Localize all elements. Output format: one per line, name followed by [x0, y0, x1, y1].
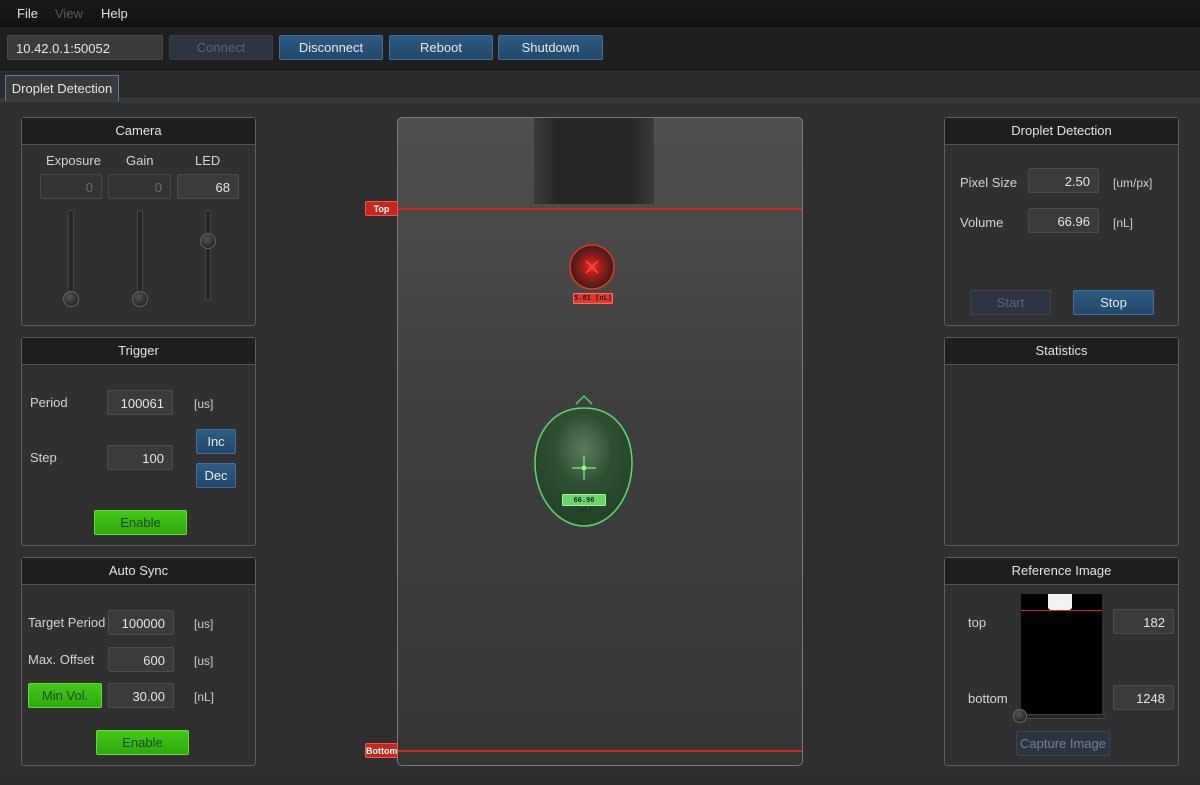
bottom-marker-handle[interactable]: Bottom: [365, 743, 398, 758]
trigger-enable-button[interactable]: Enable: [94, 510, 187, 535]
ref-top-field[interactable]: 182: [1113, 609, 1174, 634]
small-droplet-label: 5.81 [nL]: [573, 293, 613, 304]
min-vol-field[interactable]: 30.00: [108, 683, 174, 708]
auto-sync-title: Auto Sync: [22, 558, 255, 585]
gain-label: Gain: [126, 153, 154, 168]
gain-slider-handle[interactable]: [132, 291, 148, 307]
top-marker-handle[interactable]: Top: [365, 201, 398, 216]
dec-button[interactable]: Dec: [196, 463, 236, 488]
exposure-label: Exposure: [46, 153, 101, 168]
menu-file[interactable]: File: [17, 6, 38, 21]
pixel-size-label: Pixel Size: [960, 175, 1018, 190]
ref-bottom-label: bottom: [968, 691, 1008, 706]
volume-label: Volume: [960, 215, 1004, 230]
exposure-field[interactable]: 0: [40, 174, 102, 199]
period-field[interactable]: 100061: [107, 390, 173, 415]
reference-image: [1021, 594, 1102, 714]
tab-droplet-detection[interactable]: Droplet Detection: [5, 75, 119, 101]
volume-field[interactable]: 66.96: [1028, 208, 1099, 233]
menu-help[interactable]: Help: [101, 6, 128, 21]
target-period-unit: [us]: [194, 617, 214, 631]
led-slider[interactable]: [205, 210, 211, 300]
ref-bottom-field[interactable]: 1248: [1113, 685, 1174, 710]
reference-slider[interactable]: [1018, 714, 1106, 719]
droplet-detection-title: Droplet Detection: [945, 118, 1178, 145]
nozzle: [534, 118, 654, 204]
max-offset-label: Max. Offset: [28, 652, 95, 667]
gain-slider[interactable]: [137, 210, 143, 300]
led-field[interactable]: 68: [177, 174, 239, 199]
ref-top-label: top: [968, 615, 987, 630]
step-field[interactable]: 100: [107, 445, 173, 470]
led-label: LED: [195, 153, 221, 168]
tab-strip: [0, 70, 1200, 100]
start-button[interactable]: Start: [970, 290, 1051, 315]
reference-slider-handle[interactable]: [1013, 709, 1027, 723]
pixel-size-unit: [um/px]: [1113, 176, 1153, 190]
shutdown-button[interactable]: Shutdown: [498, 35, 603, 60]
toolbar: 10.42.0.1:50052 Connect Disconnect Reboo…: [0, 27, 1200, 70]
auto-sync-panel: Auto Sync Target Period 100000 [us] Max.…: [21, 557, 256, 766]
address-input[interactable]: 10.42.0.1:50052: [7, 35, 163, 60]
pixel-size-field[interactable]: 2.50: [1028, 168, 1099, 193]
trigger-title: Trigger: [22, 338, 255, 365]
camera-panel: Camera Exposure Gain LED 0 0 68: [21, 117, 256, 326]
disconnect-button[interactable]: Disconnect: [279, 35, 383, 60]
droplet-detection-panel: Droplet Detection Pixel Size 2.50 [um/px…: [944, 117, 1179, 326]
statistics-title: Statistics: [945, 338, 1178, 365]
period-unit: [us]: [194, 397, 214, 411]
capture-image-button[interactable]: Capture Image: [1016, 731, 1110, 756]
exposure-slider[interactable]: [68, 210, 74, 300]
inc-button[interactable]: Inc: [196, 429, 236, 454]
led-slider-handle[interactable]: [200, 233, 216, 249]
droplet-direction-icon: [575, 395, 593, 405]
max-offset-unit: [us]: [194, 654, 214, 668]
period-label: Period: [30, 395, 68, 410]
menu-bar: File View Help: [0, 0, 1200, 27]
step-label: Step: [30, 450, 57, 465]
volume-unit: [nL]: [1113, 216, 1134, 230]
trigger-panel: Trigger Period 100061 [us] Step 100 Inc …: [21, 337, 256, 546]
min-vol-button[interactable]: Min Vol.: [28, 683, 102, 708]
large-droplet-label: 66.96 [nL]: [562, 494, 606, 514]
reboot-button[interactable]: Reboot: [389, 35, 493, 60]
camera-image: [398, 118, 802, 752]
min-vol-unit: [nL]: [194, 690, 215, 704]
target-period-field[interactable]: 100000: [108, 610, 174, 635]
statistics-panel: Statistics: [944, 337, 1179, 546]
camera-title: Camera: [22, 118, 255, 145]
gain-field[interactable]: 0: [108, 174, 171, 199]
reference-image-title: Reference Image: [945, 558, 1178, 585]
menu-view[interactable]: View: [55, 6, 83, 21]
connect-button[interactable]: Connect: [169, 35, 273, 60]
stop-button[interactable]: Stop: [1073, 290, 1154, 315]
max-offset-field[interactable]: 600: [108, 647, 174, 672]
camera-viewer[interactable]: 5.81 [nL] 66.96 [nL]: [397, 117, 803, 766]
target-period-label: Target Period: [28, 615, 106, 630]
exposure-slider-handle[interactable]: [63, 291, 79, 307]
auto-sync-enable-button[interactable]: Enable: [96, 730, 189, 755]
